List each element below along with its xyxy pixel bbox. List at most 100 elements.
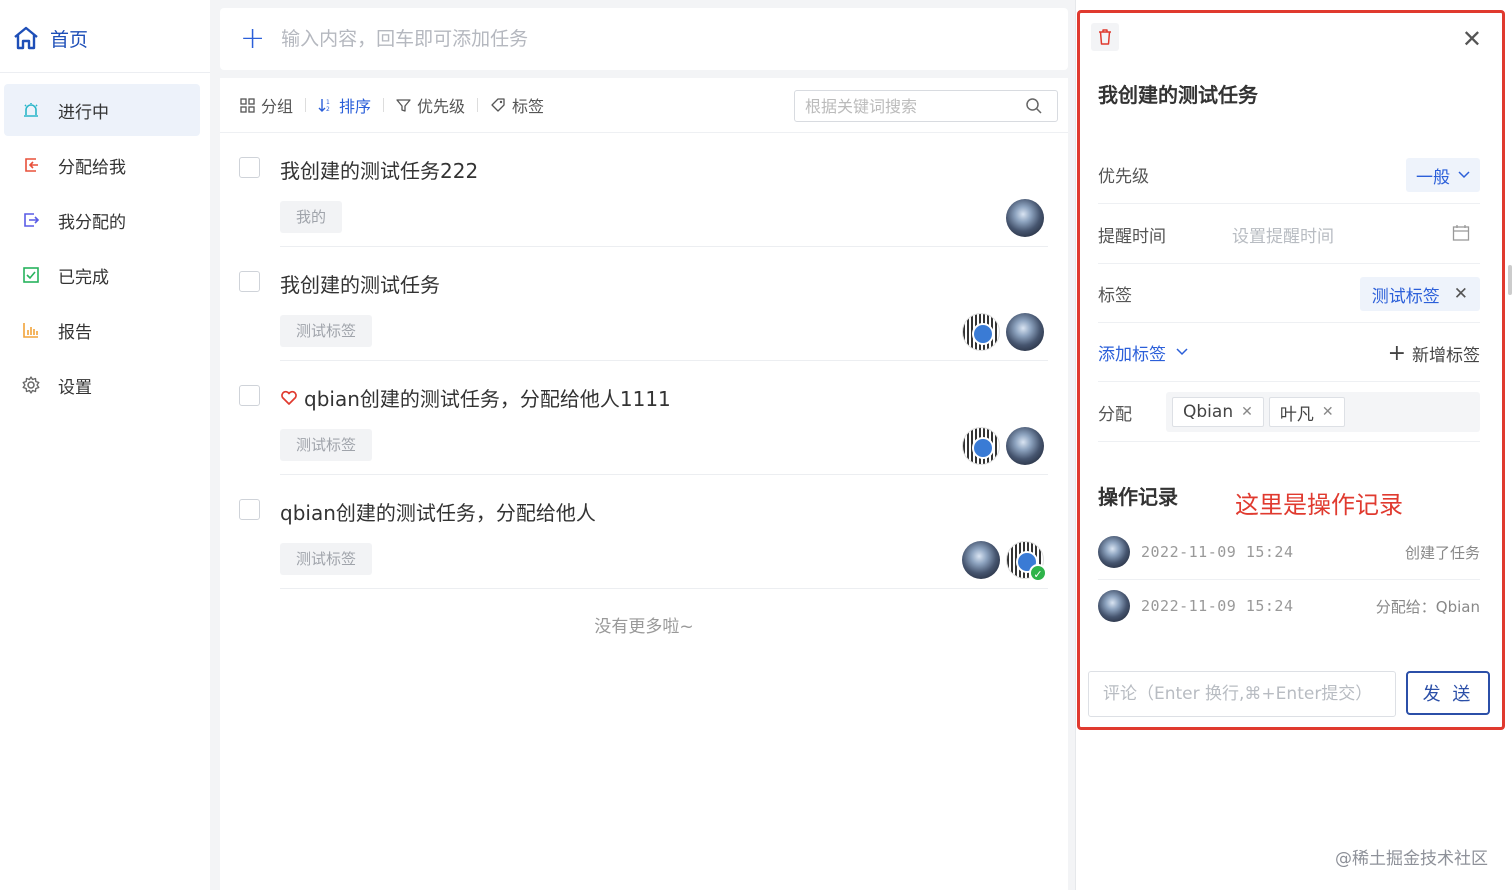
tag-chip-label: 测试标签 xyxy=(1371,286,1440,307)
reminder-row: 提醒时间 设置提醒时间 xyxy=(1098,205,1480,264)
task-title[interactable]: qbian创建的测试任务，分配给他人 xyxy=(280,497,596,526)
list-toolbar: 分组 12 排序 优先级 标签 xyxy=(220,78,1068,133)
task-tag: 我的 xyxy=(280,201,343,233)
group-button[interactable]: 分组 xyxy=(230,93,303,117)
remove-assignee-icon[interactable]: ✕ xyxy=(1322,404,1334,420)
divider xyxy=(305,98,307,112)
log-entry: 2022-11-09 15:24 创建了任务 xyxy=(1098,525,1480,579)
avatar xyxy=(1098,590,1130,622)
sort-button[interactable]: 12 排序 xyxy=(308,93,381,117)
log-annotation: 这里是操作记录 xyxy=(1235,491,1403,519)
tag-filter-button[interactable]: 标签 xyxy=(480,93,554,117)
tag-filter-label: 标签 xyxy=(512,97,545,116)
home-icon xyxy=(14,26,38,50)
task-list-panel: 分组 12 排序 优先级 标签 我创建的测试任务 xyxy=(220,78,1068,890)
priority-label: 优先级 xyxy=(1098,166,1149,187)
comment-input[interactable] xyxy=(1103,684,1393,704)
alarm-icon xyxy=(22,101,40,119)
main-panel: + 分组 12 排序 优先级 标签 xyxy=(220,0,1068,890)
new-tag-button[interactable]: + 新增标签 xyxy=(1388,341,1480,366)
avatar xyxy=(1006,199,1044,237)
sidebar-item-settings[interactable]: 设置 xyxy=(4,359,200,411)
priority-filter-button[interactable]: 优先级 xyxy=(386,93,475,117)
search-icon[interactable] xyxy=(1025,97,1043,115)
reminder-label: 提醒时间 xyxy=(1098,226,1166,247)
avatar xyxy=(1006,313,1044,351)
tag-chip[interactable]: 测试标签 ✕ xyxy=(1359,277,1480,311)
check-square-icon xyxy=(22,266,40,284)
task-title[interactable]: 我创建的测试任务 xyxy=(280,269,440,298)
sidebar-nav: 进行中 分配给我 我分配的 已完成 报告 设置 xyxy=(0,84,210,414)
assignee-name: Qbian xyxy=(1183,402,1234,422)
filter-icon xyxy=(396,98,411,112)
sidebar-item-in-progress[interactable]: 进行中 xyxy=(4,84,200,136)
task-title-text: 我创建的测试任务 xyxy=(280,273,440,297)
search-input[interactable] xyxy=(805,96,1015,116)
divider xyxy=(477,98,479,112)
heart-icon[interactable] xyxy=(280,390,298,406)
assignee-select[interactable]: Qbian ✕ 叶凡 ✕ xyxy=(1166,392,1480,432)
bar-chart-icon xyxy=(22,321,40,339)
sidebar-item-label: 报告 xyxy=(58,322,92,343)
calendar-icon[interactable] xyxy=(1452,224,1470,242)
group-label: 分组 xyxy=(261,97,294,116)
sort-label: 排序 xyxy=(339,97,372,116)
tag-icon xyxy=(491,98,505,112)
plus-icon: + xyxy=(1387,340,1406,366)
task-item[interactable]: 我创建的测试任务222 我的 xyxy=(239,133,1048,247)
reminder-input[interactable]: 设置提醒时间 xyxy=(1232,222,1334,247)
home-label: 首页 xyxy=(50,28,89,51)
send-button[interactable]: 发 送 xyxy=(1406,671,1490,715)
chevron-down-icon xyxy=(1458,171,1470,179)
remove-assignee-icon[interactable]: ✕ xyxy=(1241,404,1253,420)
assign-out-icon xyxy=(22,211,40,229)
priority-value: 一般 xyxy=(1416,167,1450,188)
avatar: ✓ xyxy=(1006,541,1047,582)
sidebar-item-label: 分配给我 xyxy=(58,157,126,178)
task-detail-panel: ✕ 我创建的测试任务 优先级 一般 提醒时间 设置提醒时间 标签 测试标签 ✕ … xyxy=(1077,10,1505,730)
divider xyxy=(0,72,210,73)
task-checkbox[interactable] xyxy=(239,385,260,406)
task-checkbox[interactable] xyxy=(239,271,260,292)
task-item[interactable]: qbian创建的测试任务，分配给他人1111 测试标签 xyxy=(239,361,1048,475)
home-link[interactable]: 首页 xyxy=(12,22,88,54)
task-title-text: qbian创建的测试任务，分配给他人 xyxy=(280,501,596,525)
task-assignees xyxy=(956,313,1044,351)
remove-tag-icon[interactable]: ✕ xyxy=(1454,284,1468,304)
sidebar-item-label: 设置 xyxy=(58,377,92,398)
log-action: 分配给：Qbian xyxy=(1375,597,1480,616)
add-tag-dropdown[interactable]: 添加标签 xyxy=(1098,340,1188,365)
task-checkbox[interactable] xyxy=(239,157,260,178)
add-task-input[interactable] xyxy=(281,28,882,50)
scrollbar[interactable] xyxy=(1508,265,1512,295)
sidebar: 首页 进行中 分配给我 我分配的 已完成 报告 设置 xyxy=(0,0,210,890)
sidebar-item-label: 已完成 xyxy=(58,267,109,288)
log-time: 2022-11-09 15:24 xyxy=(1141,597,1294,615)
task-checkbox[interactable] xyxy=(239,499,260,520)
log-action: 创建了任务 xyxy=(1404,543,1480,562)
add-tag-row: 添加标签 + 新增标签 xyxy=(1098,323,1480,382)
grid-icon xyxy=(240,97,255,113)
sidebar-item-label: 进行中 xyxy=(58,102,109,123)
add-tag-label: 添加标签 xyxy=(1098,344,1166,365)
sidebar-item-completed[interactable]: 已完成 xyxy=(4,249,200,301)
sidebar-item-assigned-to-me[interactable]: 分配给我 xyxy=(4,139,200,191)
log-time: 2022-11-09 15:24 xyxy=(1141,543,1294,561)
sidebar-item-report[interactable]: 报告 xyxy=(4,304,200,356)
check-icon: ✓ xyxy=(1029,564,1047,582)
task-title[interactable]: 我创建的测试任务222 xyxy=(280,155,478,184)
comment-box xyxy=(1088,671,1396,717)
delete-button[interactable] xyxy=(1091,23,1119,51)
avatar xyxy=(962,427,1000,465)
log-title: 操作记录 xyxy=(1098,485,1178,509)
sidebar-item-assigned-by-me[interactable]: 我分配的 xyxy=(4,194,200,246)
task-title[interactable]: qbian创建的测试任务，分配给他人1111 xyxy=(280,383,671,412)
search-box xyxy=(794,90,1058,122)
plus-icon[interactable]: + xyxy=(240,24,265,54)
task-item[interactable]: 我创建的测试任务 测试标签 xyxy=(239,247,1048,361)
assign-row: 分配 Qbian ✕ 叶凡 ✕ xyxy=(1098,383,1480,442)
divider xyxy=(383,98,385,112)
task-item[interactable]: qbian创建的测试任务，分配给他人 测试标签 ✓ xyxy=(239,475,1048,589)
priority-select[interactable]: 一般 xyxy=(1406,158,1480,192)
close-icon[interactable]: ✕ xyxy=(1462,27,1482,51)
